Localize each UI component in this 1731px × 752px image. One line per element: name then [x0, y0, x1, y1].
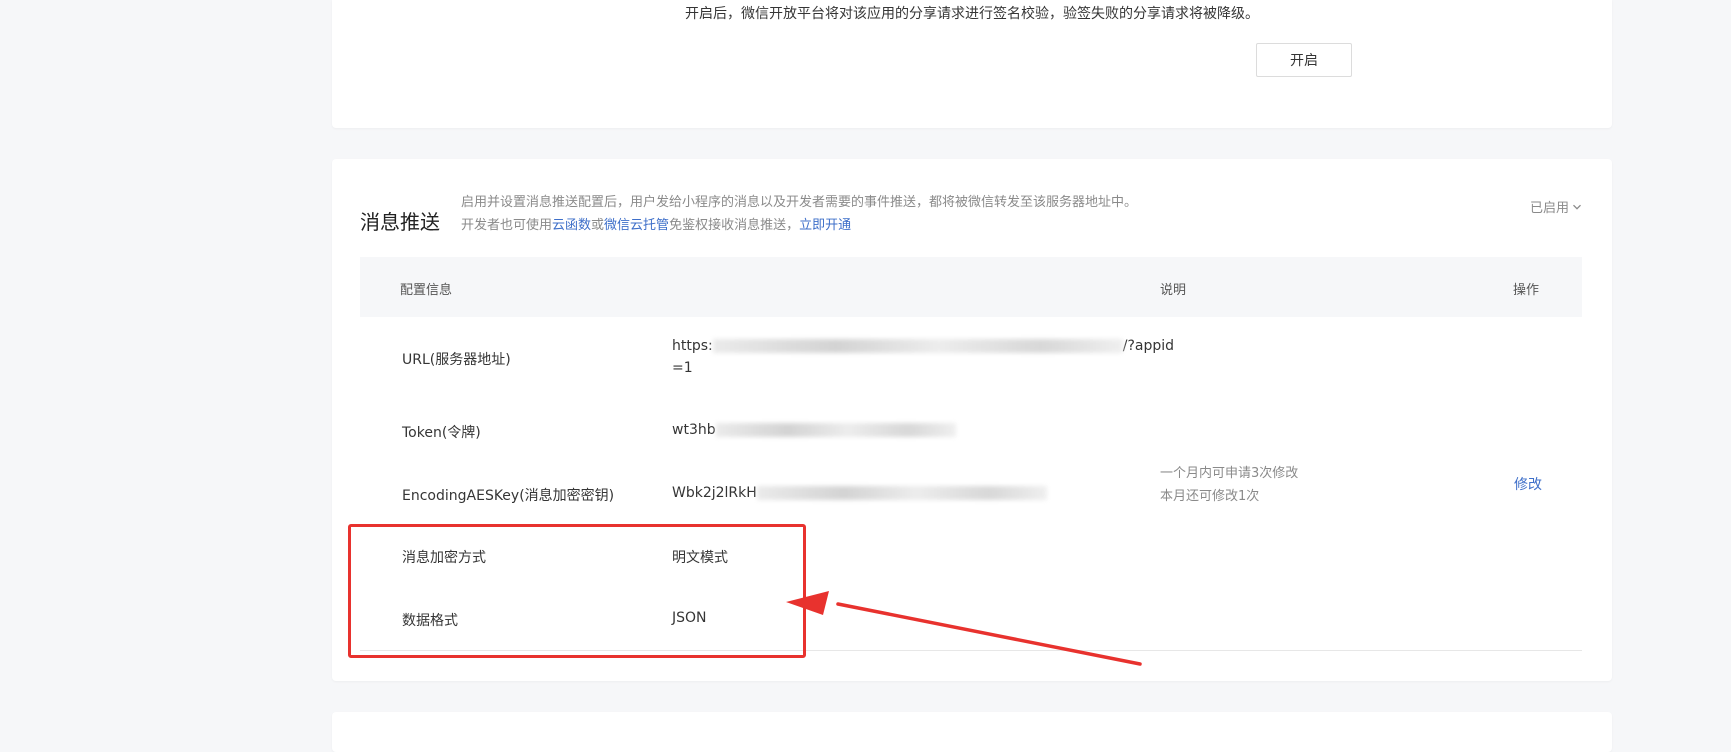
signature-description: 开启后，微信开放平台将对该应用的分享请求进行签名校验，验签失败的分享请求将被降级… [685, 6, 1259, 22]
header-explain: 说明 [1160, 283, 1187, 298]
modify-note-remaining: 本月还可修改1次 [1160, 489, 1260, 504]
status-label: 已启用 [1529, 201, 1569, 216]
share-signature-card: 开启后，微信开放平台将对该应用的分享请求进行签名校验，验签失败的分享请求将被降级… [332, 0, 1612, 128]
redacted-token-blur [715, 423, 956, 437]
token-value-start: wt3hb [672, 422, 716, 438]
header-action: 操作 [1513, 283, 1540, 298]
modify-note-limit: 一个月内可申请3次修改 [1160, 466, 1299, 481]
section-title: 消息推送 [360, 210, 440, 234]
cloud-function-link[interactable]: 云函数 [552, 218, 591, 233]
row-value-url-line2: =1 [672, 360, 693, 376]
row-label-token: Token(令牌) [402, 425, 481, 441]
row-value-url: https: /?appid [672, 338, 1174, 354]
aeskey-value-start: Wbk2j2lRkH [672, 485, 757, 501]
desc-prefix: 开发者也可使用 [461, 218, 553, 233]
table-header: 配置信息 说明 操作 [360, 257, 1582, 317]
row-value-token: wt3hb [672, 422, 956, 438]
chevron-down-icon [1573, 204, 1581, 210]
row-label-url: URL(服务器地址) [402, 352, 511, 368]
section-description: 启用并设置消息推送配置后，用户发给小程序的消息以及开发者需要的事件推送，都将被微… [461, 195, 1138, 210]
row-value-aeskey: Wbk2j2lRkH [672, 485, 1047, 501]
desc-or: 或 [591, 218, 605, 233]
cloud-hosting-link[interactable]: 微信云托管 [604, 218, 669, 233]
header-config: 配置信息 [400, 283, 453, 298]
status-dropdown[interactable]: 已启用 [1530, 197, 1582, 216]
enable-signature-button[interactable]: 开启 [1256, 43, 1352, 77]
url-value-start: https: [672, 338, 713, 354]
annotation-highlight-box [348, 524, 806, 658]
redacted-url-blur [712, 339, 1123, 353]
enable-now-link[interactable]: 立即开通 [799, 218, 851, 233]
redacted-aeskey-blur [756, 486, 1047, 500]
row-label-aeskey: EncodingAESKey(消息加密密钥) [402, 488, 615, 504]
desc-suffix: 免鉴权接收消息推送， [669, 218, 800, 233]
url-value-tail: /?appid [1122, 338, 1175, 354]
modify-link[interactable]: 修改 [1514, 474, 1542, 494]
next-section-card [332, 712, 1612, 752]
section-description-links: 开发者也可使用云函数或微信云托管免鉴权接收消息推送，立即开通 [461, 214, 851, 233]
